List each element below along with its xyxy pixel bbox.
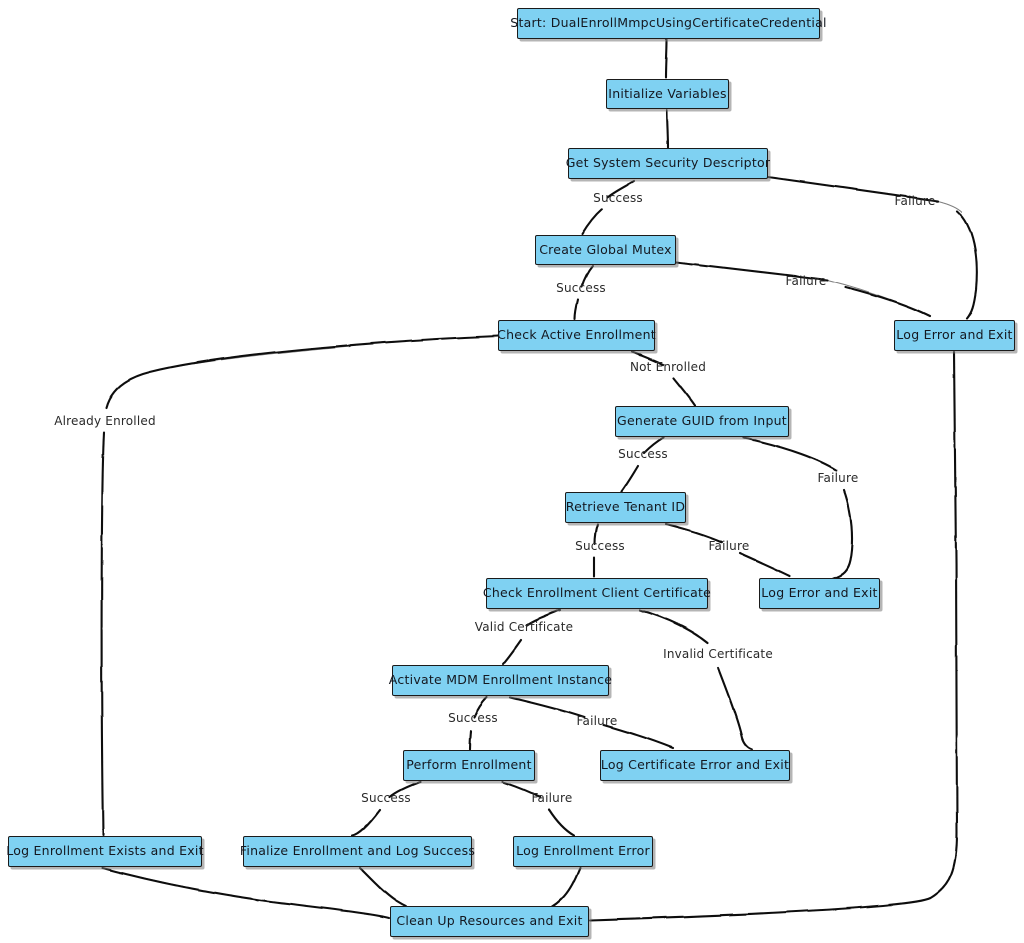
node-label-guid: Generate GUID from Input bbox=[617, 413, 787, 429]
edge-e10 bbox=[742, 436, 854, 580]
edge-e14 bbox=[638, 608, 754, 751]
edge-shadow-e19b bbox=[102, 867, 271, 903]
node-logenrollerr[interactable]: Log Enrollment Error bbox=[513, 836, 653, 867]
node-logerror1[interactable]: Log Error and Exit bbox=[894, 320, 1015, 351]
node-activate[interactable]: Activate MDM Enrollment Instance bbox=[389, 665, 612, 696]
node-init[interactable]: Initialize Variables bbox=[606, 79, 729, 109]
edge-label-e15: Success bbox=[448, 711, 498, 725]
node-label-init: Initialize Variables bbox=[608, 85, 727, 101]
edge-label-e3: Success bbox=[593, 191, 643, 205]
edge-e3 bbox=[580, 179, 636, 236]
node-label-tenant: Retrieve Tenant ID bbox=[565, 499, 686, 515]
node-label-logcerterr: Log Certificate Error and Exit bbox=[600, 757, 790, 773]
edge-e19 bbox=[101, 866, 391, 920]
edge-shadow-e8b bbox=[149, 345, 351, 373]
node-getsd[interactable]: Get System Security Descriptor bbox=[566, 148, 770, 179]
edge-e4 bbox=[766, 175, 978, 320]
edge-label-e6: Failure bbox=[785, 274, 827, 288]
node-label-logerror1: Log Error and Exit bbox=[896, 327, 1013, 343]
edge-e6 bbox=[674, 260, 932, 318]
edge-layer bbox=[100, 38, 978, 922]
node-label-finalize: Finalize Enrollment and Log Success bbox=[239, 843, 476, 859]
node-mutex[interactable]: Create Global Mutex bbox=[535, 235, 676, 265]
edge-label-e4: Failure bbox=[894, 194, 936, 208]
edge-label-e17: Success bbox=[361, 791, 411, 805]
edge-shadow-e6b bbox=[827, 279, 926, 315]
node-checkcert[interactable]: Check Enrollment Client Certificate bbox=[483, 578, 711, 609]
edge-label-e7: Not Enrolled bbox=[629, 360, 707, 374]
node-label-getsd: Get System Security Descriptor bbox=[565, 155, 771, 171]
edge-e9 bbox=[620, 436, 665, 493]
node-logerror2[interactable]: Log Error and Exit bbox=[759, 578, 880, 609]
node-tenant[interactable]: Retrieve Tenant ID bbox=[565, 492, 686, 523]
edge-e2 bbox=[665, 108, 670, 149]
node-label-logerror2: Log Error and Exit bbox=[761, 585, 878, 601]
node-label-logexists: Log Enrollment Exists and Exit bbox=[6, 843, 204, 859]
node-label-start: Start: DualEnrollMmpcUsingCertificateCre… bbox=[510, 15, 827, 31]
edge-label-e18: Failure bbox=[531, 791, 573, 805]
node-guid[interactable]: Generate GUID from Input bbox=[615, 406, 789, 437]
edge-label-e8: Already Enrolled bbox=[54, 414, 156, 428]
node-perform[interactable]: Perform Enrollment bbox=[403, 750, 535, 781]
node-cleanup[interactable]: Clean Up Resources and Exit bbox=[390, 906, 589, 937]
node-label-logenrollerr: Log Enrollment Error bbox=[516, 843, 650, 859]
edge-e13 bbox=[501, 608, 562, 666]
edge-label-e5: Success bbox=[556, 281, 606, 295]
edge-label-e11: Success bbox=[575, 539, 625, 553]
node-label-checkactive: Check Active Enrollment bbox=[497, 327, 656, 343]
node-checkactive[interactable]: Check Active Enrollment bbox=[497, 320, 656, 351]
node-label-activate: Activate MDM Enrollment Instance bbox=[388, 672, 613, 688]
node-start[interactable]: Start: DualEnrollMmpcUsingCertificateCre… bbox=[510, 8, 826, 39]
node-label-mutex: Create Global Mutex bbox=[539, 241, 672, 257]
node-logcerterr[interactable]: Log Certificate Error and Exit bbox=[600, 750, 790, 781]
node-label-checkcert: Check Enrollment Client Certificate bbox=[482, 585, 712, 601]
flowchart-diagram: Start: DualEnrollMmpcUsingCertificateCre… bbox=[0, 0, 1024, 943]
edge-label-e9: Success bbox=[618, 447, 668, 461]
edge-label-e14: Invalid Certificate bbox=[663, 647, 773, 661]
edge-label-e16: Failure bbox=[576, 714, 618, 728]
edge-e22 bbox=[588, 350, 959, 922]
edge-label-e10: Failure bbox=[817, 471, 859, 485]
node-label-perform: Perform Enrollment bbox=[406, 757, 532, 773]
edge-label-e13: Valid Certificate bbox=[474, 620, 574, 634]
edge-shadow-e4b bbox=[937, 200, 963, 213]
edge-e1 bbox=[664, 38, 669, 80]
node-finalize[interactable]: Finalize Enrollment and Log Success bbox=[240, 836, 475, 867]
node-logexists[interactable]: Log Enrollment Exists and Exit bbox=[6, 836, 204, 867]
node-label-cleanup: Clean Up Resources and Exit bbox=[396, 913, 583, 929]
edge-label-e12: Failure bbox=[708, 539, 750, 553]
